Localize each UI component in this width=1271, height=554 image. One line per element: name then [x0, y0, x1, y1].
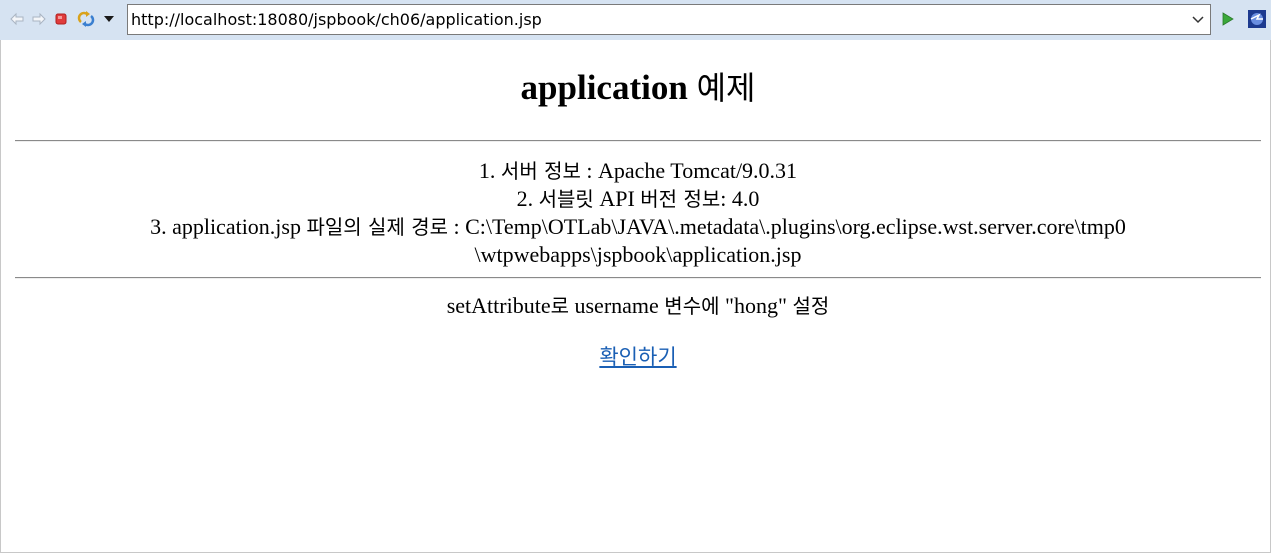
set-attribute-text: setAttribute로 username 변수에 "hong" 설정: [446, 293, 830, 318]
divider: [15, 277, 1261, 279]
servlet-api-line: 2. 서블릿 API 버전 정보: 4.0: [516, 186, 760, 211]
confirm-link[interactable]: 확인하기: [599, 345, 676, 369]
back-arrow-icon[interactable]: [8, 10, 26, 28]
page-title-ko: 예제: [696, 69, 756, 107]
real-path-line: 3. application.jsp 파일의 실제 경로 : C:\Temp\O…: [150, 214, 1126, 239]
page-title: application 예제: [0, 68, 1271, 108]
page-title-en: application: [520, 68, 688, 107]
server-info: 1. 서버 정보 : Apache Tomcat/9.0.31 2. 서블릿 A…: [0, 157, 1271, 268]
go-play-icon[interactable]: [1218, 10, 1236, 28]
url-input[interactable]: [131, 8, 1181, 31]
server-info-line: 1. 서버 정보 : Apache Tomcat/9.0.31: [478, 158, 798, 183]
browser-toolbar: [0, 0, 1271, 40]
dropdown-menu-icon[interactable]: [100, 10, 118, 28]
chevron-down-icon[interactable]: [1190, 12, 1206, 28]
eclipse-browser-icon[interactable]: [1247, 9, 1267, 29]
address-bar[interactable]: [127, 4, 1211, 35]
confirm-link-container: 확인하기: [0, 343, 1271, 371]
page-content: application 예제 1. 서버 정보 : Apache Tomcat/…: [0, 40, 1271, 552]
forward-arrow-icon[interactable]: [30, 10, 48, 28]
real-path-continued: \wtpwebapps\jspbook\application.jsp: [474, 242, 802, 267]
stop-icon[interactable]: [52, 10, 70, 28]
refresh-icon[interactable]: [77, 10, 95, 28]
divider: [15, 140, 1261, 142]
